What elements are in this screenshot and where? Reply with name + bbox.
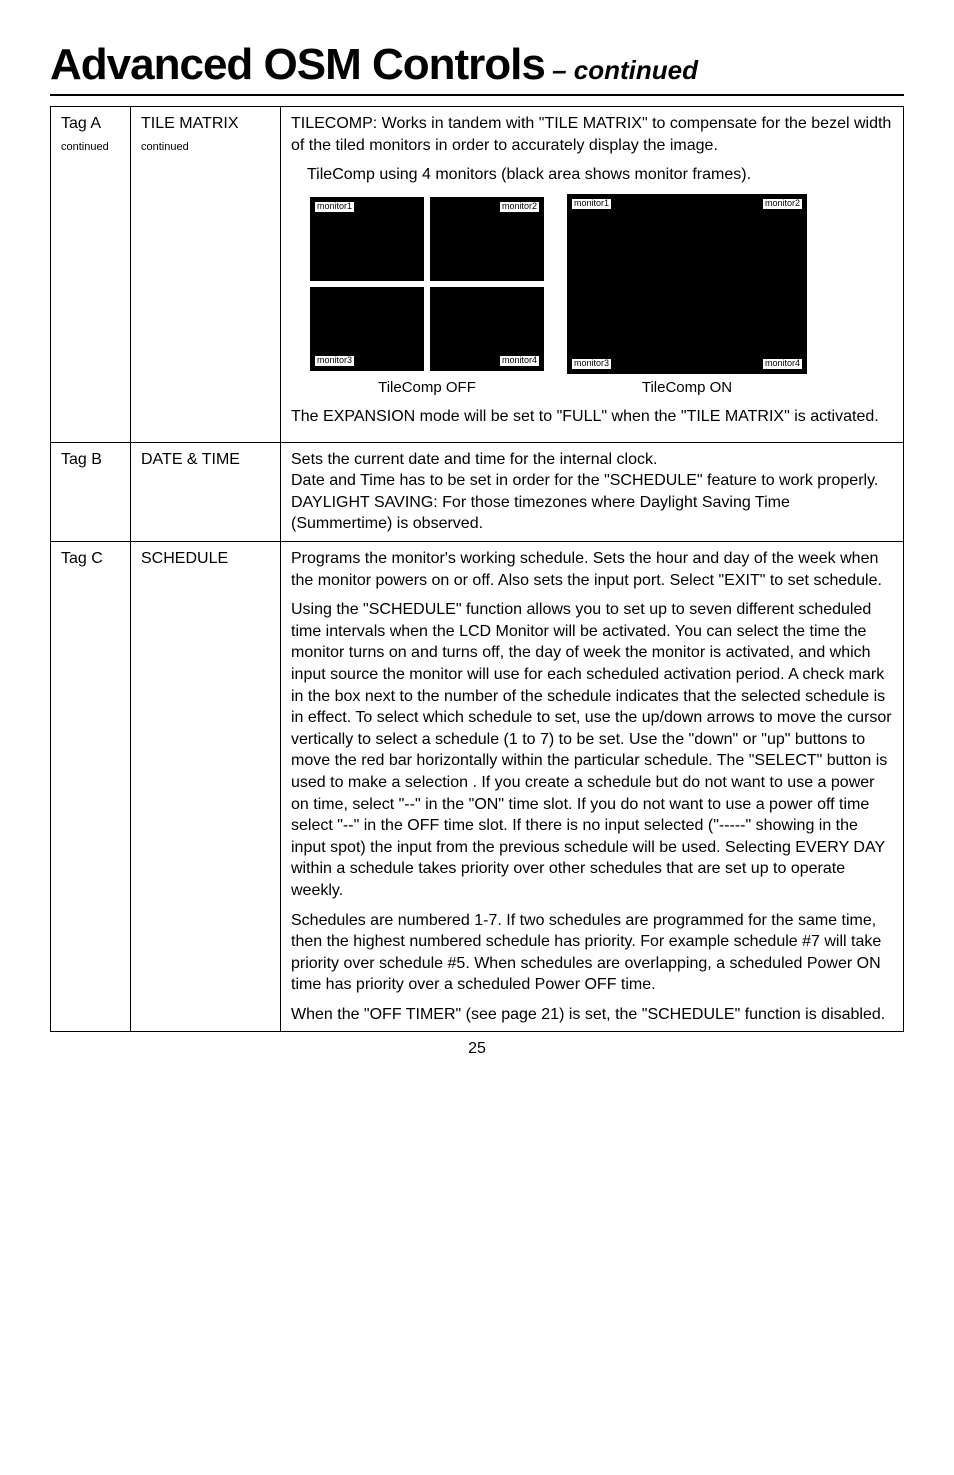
title-main: Advanced OSM Controls [50, 40, 545, 89]
cell-desc: Sets the current date and time for the i… [281, 442, 904, 541]
figure-caption: TileComp OFF [378, 378, 476, 398]
table-row: Tag B DATE & TIME Sets the current date … [51, 442, 904, 541]
cell-desc: TILECOMP: Works in tandem with "TILE MAT… [281, 107, 904, 443]
monitor-quad: monitor1 [310, 197, 424, 281]
cell-tag: Tag B [51, 442, 131, 541]
desc-text: Date and Time has to be set in order for… [291, 472, 878, 489]
monitor-quad: monitor2 [687, 196, 805, 284]
tilecomp-figures: monitor1 monitor2 monitor3 monitor4 Tile… [307, 194, 893, 398]
figure-caption: TileComp ON [642, 378, 732, 398]
desc-text: Programs the monitor's working schedule.… [291, 548, 893, 591]
item-continued: continued [141, 141, 189, 153]
monitor-quad: monitor3 [569, 284, 687, 372]
monitor-label: monitor1 [314, 201, 355, 213]
tag-continued: continued [61, 141, 109, 153]
item-label: TILE MATRIX [141, 115, 239, 132]
monitor-label: monitor4 [762, 358, 803, 370]
desc-text: The EXPANSION mode will be set to "FULL"… [291, 406, 893, 428]
desc-text: TILECOMP: Works in tandem with "TILE MAT… [291, 113, 893, 156]
monitor-label: monitor3 [314, 355, 355, 367]
cell-item: TILE MATRIX continued [131, 107, 281, 443]
page-number: 25 [50, 1040, 904, 1058]
table-row: Tag C SCHEDULE Programs the monitor's wo… [51, 542, 904, 1032]
tilecomp-on-box: monitor1 monitor2 monitor3 monitor4 [567, 194, 807, 374]
monitor-quad: monitor1 [569, 196, 687, 284]
monitor-label: monitor3 [571, 358, 612, 370]
cell-desc: Programs the monitor's working schedule.… [281, 542, 904, 1032]
cell-tag: Tag C [51, 542, 131, 1032]
cell-item: SCHEDULE [131, 542, 281, 1032]
monitor-quad: monitor3 [310, 287, 424, 371]
monitor-quad: monitor2 [430, 197, 544, 281]
cell-item: DATE & TIME [131, 442, 281, 541]
monitor-label: monitor2 [499, 201, 540, 213]
monitor-quad: monitor4 [430, 287, 544, 371]
figure-tilecomp-on: monitor1 monitor2 monitor3 monitor4 Tile… [567, 194, 807, 398]
monitor-label: monitor2 [762, 198, 803, 210]
controls-table: Tag A continued TILE MATRIX continued TI… [50, 106, 904, 1032]
desc-text: TileComp using 4 monitors (black area sh… [307, 164, 893, 186]
desc-text: When the "OFF TIMER" (see page 21) is se… [291, 1004, 893, 1026]
desc-text: Using the "SCHEDULE" function allows you… [291, 599, 893, 901]
cell-tag: Tag A continued [51, 107, 131, 443]
tilecomp-off-box: monitor1 monitor2 monitor3 monitor4 [307, 194, 547, 374]
title-sub: – continued [545, 55, 698, 85]
monitor-quad: monitor4 [687, 284, 805, 372]
monitor-label: monitor1 [571, 198, 612, 210]
tag-label: Tag A [61, 115, 101, 132]
table-row: Tag A continued TILE MATRIX continued TI… [51, 107, 904, 443]
figure-tilecomp-off: monitor1 monitor2 monitor3 monitor4 Tile… [307, 194, 547, 398]
monitor-label: monitor4 [499, 355, 540, 367]
desc-text: DAYLIGHT SAVING: For those timezones whe… [291, 494, 790, 533]
desc-text: Sets the current date and time for the i… [291, 451, 657, 468]
page-title: Advanced OSM Controls – continued [50, 40, 904, 96]
desc-text: Schedules are numbered 1-7. If two sched… [291, 910, 893, 996]
